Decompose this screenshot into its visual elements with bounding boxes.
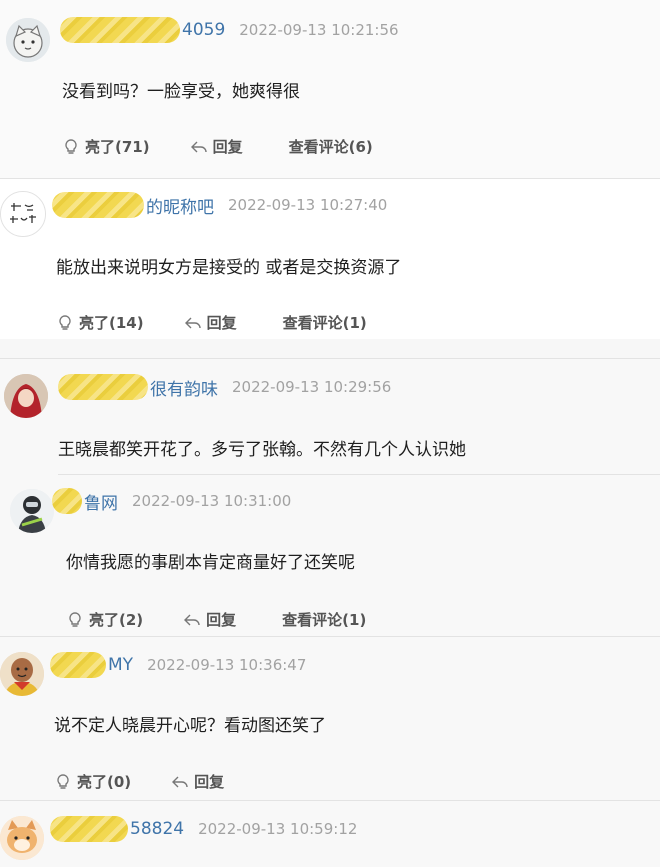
comment-item: 4059 2022-09-13 10:21:56 没看到吗？一脸享受，她爽得很 … [0,0,660,178]
bulb-icon [65,138,77,154]
comment-header: MY 2022-09-13 10:36:47 [50,651,306,679]
divider [58,474,660,475]
reply-label: 回复 [206,611,237,629]
redaction-scribble [58,374,148,400]
like-count: 亮了(14) [79,314,144,332]
bulb-icon [69,611,81,627]
comment-actions: 亮了(71) 回复 查看评论(6) [62,136,373,157]
reply-label: 回复 [194,773,225,791]
dog-avatar-icon [0,816,44,860]
comment-text: 说不定人晓晨开心呢？看动图还笑了 [54,716,326,736]
reply-button[interactable]: 回复 [190,136,243,157]
reply-icon [172,776,188,787]
comment-item: MY 2022-09-13 10:36:47 说不定人晓晨开心呢？看动图还笑了 … [0,637,660,800]
comment-header: 的昵称吧 2022-09-13 10:27:40 [52,191,387,219]
username[interactable]: 鲁网 [84,489,118,514]
username[interactable]: 4059 [182,20,225,40]
username[interactable]: 很有韵味 [150,375,218,400]
calligraphy-avatar-icon [1,192,45,236]
comment-actions: 亮了(14) 回复 查看评论(1) [56,312,367,333]
rider-avatar-icon [10,489,54,533]
like-button[interactable]: 亮了(14) [56,312,144,333]
timestamp: 2022-09-13 10:36:47 [147,656,307,674]
redaction-scribble [50,652,106,678]
anime-avatar-icon [4,374,48,418]
bulb-icon [59,314,71,330]
view-replies-button[interactable]: 查看评论(1) [283,312,367,333]
view-replies-label: 查看评论(1) [282,611,367,629]
reply-button[interactable]: 回复 [183,609,236,630]
bulb-icon [57,773,69,789]
reply-button[interactable]: 回复 [184,312,237,333]
avatar[interactable] [4,374,48,418]
username[interactable]: MY [108,655,133,675]
comment-text: 没看到吗？一脸享受，她爽得很 [62,82,300,102]
redaction-scribble [52,192,144,218]
reply-button[interactable]: 回复 [171,771,224,792]
reply-icon [184,317,201,328]
comment-header: 58824 2022-09-13 10:59:12 [50,815,357,843]
cartoon-avatar-icon [0,652,44,696]
like-button[interactable]: 亮了(0) [54,771,131,792]
timestamp: 2022-09-13 10:31:00 [132,492,292,510]
redaction-scribble [60,17,180,43]
comment-item: 的昵称吧 2022-09-13 10:27:40 能放出来说明女方是接受的 或者… [0,179,660,339]
comment-actions: 亮了(0) 回复 [54,771,224,792]
avatar[interactable] [0,816,44,860]
avatar[interactable] [0,652,44,696]
reply-label: 回复 [206,314,237,332]
comment-item: 很有韵味 2022-09-13 10:29:56 王晓晨都笑开花了。多亏了张翰。… [0,359,660,636]
timestamp: 2022-09-13 10:59:12 [198,820,358,838]
comment-actions: 亮了(2) 回复 查看评论(1) [66,609,366,630]
avatar[interactable] [10,489,54,533]
username[interactable]: 58824 [130,819,184,839]
cat-avatar-icon [6,18,50,62]
comment-header: 很有韵味 2022-09-13 10:29:56 [58,373,391,401]
like-count: 亮了(2) [89,611,144,629]
reply-icon [190,141,207,152]
like-button[interactable]: 亮了(71) [62,136,150,157]
like-button[interactable]: 亮了(2) [66,609,143,630]
like-count: 亮了(0) [77,773,132,791]
redaction-scribble [50,816,128,842]
avatar[interactable] [6,18,50,62]
avatar[interactable] [0,191,46,237]
reply-icon [184,614,200,625]
comment-header: 4059 2022-09-13 10:21:56 [60,16,399,44]
comment-text: 你情我愿的事剧本肯定商量好了还笑呢 [66,553,355,573]
view-replies-label: 查看评论(6) [288,138,373,156]
view-replies-button[interactable]: 查看评论(1) [282,609,366,630]
comment-text: 王晓晨都笑开花了。多亏了张翰。不然有几个人认识她 [58,440,466,460]
comment-text: 能放出来说明女方是接受的 或者是交换资源了 [56,258,402,278]
comment-header: 鲁网 2022-09-13 10:31:00 [52,487,291,515]
redaction-scribble [52,488,82,514]
view-replies-button[interactable]: 查看评论(6) [289,136,373,157]
username[interactable]: 的昵称吧 [146,193,214,218]
view-replies-label: 查看评论(1) [282,314,367,332]
like-count: 亮了(71) [85,138,150,156]
comment-item: 58824 2022-09-13 10:59:12 [0,801,660,867]
reply-label: 回复 [212,138,243,156]
timestamp: 2022-09-13 10:27:40 [228,196,388,214]
timestamp: 2022-09-13 10:29:56 [232,378,392,396]
timestamp: 2022-09-13 10:21:56 [239,21,399,39]
